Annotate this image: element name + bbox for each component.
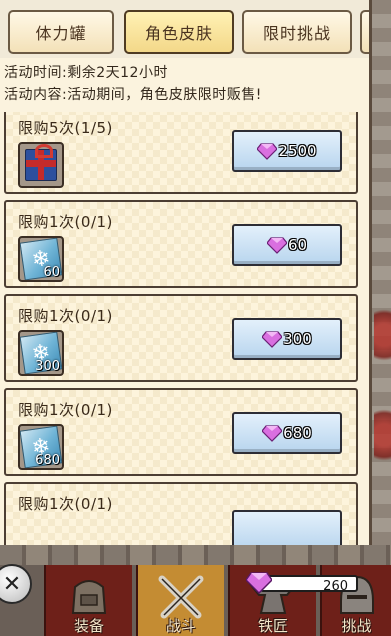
purchase-limit-label: 限购1次(0/1) — [18, 307, 113, 325]
product-list[interactable]: 限购5次(1/5) 2500 限购1次(0/1) ❄ 60 60 限购1次(0/… — [0, 112, 369, 545]
product-icon[interactable]: ❄ 680 — [18, 424, 64, 470]
item-quantity: 680 — [35, 453, 60, 468]
gem-icon — [246, 572, 272, 594]
nav-label: 装备 — [73, 617, 104, 635]
price-value: 680 — [283, 424, 312, 442]
buy-button[interactable]: 680 — [232, 412, 342, 454]
activity-content: 活动内容:活动期间，角色皮肤限时贩售! — [4, 87, 262, 103]
buy-button[interactable] — [232, 510, 342, 545]
purchase-limit-label: 限购1次(0/1) — [18, 401, 113, 419]
item-quantity: 60 — [43, 265, 60, 280]
tab-character-skin[interactable]: 角色皮肤 — [124, 10, 234, 54]
item-quantity: 300 — [35, 359, 60, 374]
shop-panel: 体力罐 角色皮肤 限时挑战 活动时间:剩余2天12小时 活动内容:活动期间，角色… — [0, 0, 372, 545]
nav-equipment[interactable]: 装备 — [44, 565, 132, 636]
background-emblem — [374, 400, 391, 470]
gem-icon — [266, 236, 287, 254]
gift-box-icon — [25, 144, 57, 181]
nav-label: 铁匠 — [257, 617, 288, 635]
purchase-limit-label: 限购5次(1/5) — [18, 119, 113, 137]
background-emblem — [374, 300, 391, 370]
price-value: 300 — [283, 330, 312, 348]
product-icon[interactable] — [18, 142, 64, 188]
gem-balance-bar: 260 — [260, 575, 358, 594]
product-item: 限购1次(0/1) — [4, 482, 358, 545]
stone-wall-trim — [0, 545, 391, 565]
product-item: 限购1次(0/1) ❄ 300 300 — [4, 294, 358, 382]
purchase-limit-label: 限购1次(0/1) — [18, 495, 113, 513]
background-wall — [372, 0, 391, 636]
gem-balance-value: 260 — [323, 579, 348, 594]
gem-icon — [262, 330, 283, 348]
tab-limited-challenge[interactable]: 限时挑战 — [242, 10, 352, 54]
purchase-limit-label: 限购1次(0/1) — [18, 213, 113, 231]
gem-balance: 260 — [246, 572, 360, 596]
buy-button[interactable]: 2500 — [232, 130, 342, 172]
nav-label: 战斗 — [165, 617, 196, 635]
close-icon: ✕ — [2, 571, 22, 597]
product-item: 限购5次(1/5) 2500 — [4, 112, 358, 194]
nav-label: 挑战 — [341, 617, 372, 635]
product-item: 限购1次(0/1) ❄ 60 60 — [4, 200, 358, 288]
gem-icon — [257, 142, 278, 160]
tab-overflow[interactable] — [360, 10, 369, 54]
tab-bar: 体力罐 角色皮肤 限时挑战 — [0, 0, 369, 58]
product-icon[interactable]: ❄ 60 — [18, 236, 64, 282]
price-value: 60 — [287, 236, 308, 254]
backpack-icon — [71, 580, 107, 614]
buy-button[interactable]: 300 — [232, 318, 342, 360]
buy-button[interactable]: 60 — [232, 224, 342, 266]
activity-time: 活动时间:剩余2天12小时 — [4, 65, 168, 81]
tab-stamina-potion[interactable]: 体力罐 — [8, 10, 114, 54]
crossed-swords-icon — [158, 575, 204, 619]
gem-icon — [262, 424, 283, 442]
price-value: 2500 — [278, 142, 317, 160]
product-item: 限购1次(0/1) ❄ 680 680 — [4, 388, 358, 476]
nav-battle[interactable]: 战斗 — [136, 565, 224, 636]
product-icon[interactable]: ❄ 300 — [18, 330, 64, 376]
